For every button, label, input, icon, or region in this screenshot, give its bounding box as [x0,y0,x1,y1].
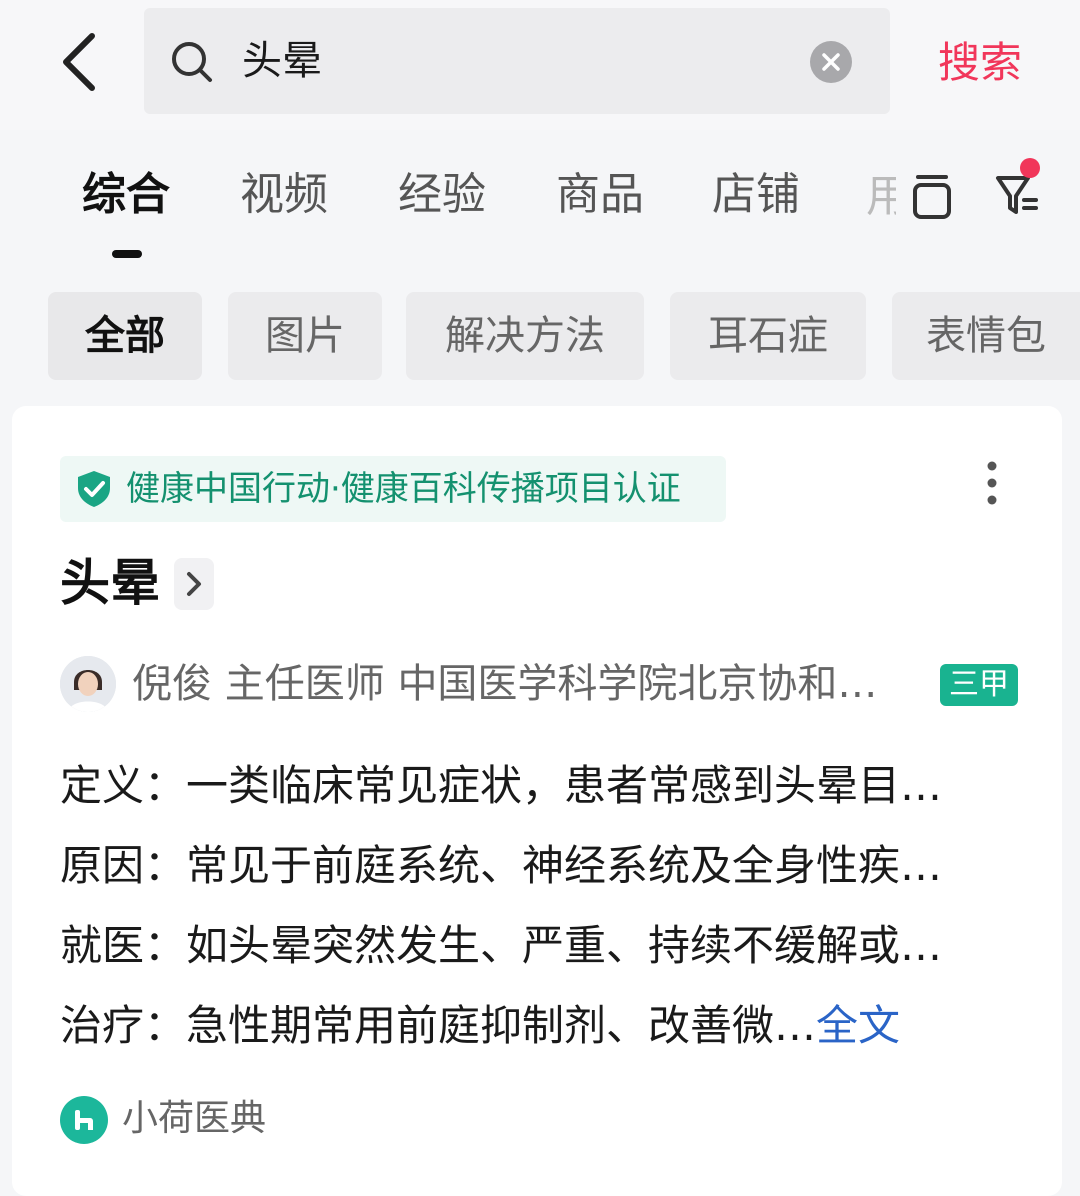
clear-search-button[interactable] [810,41,852,83]
avatar [60,656,116,712]
summary-row-treatment: 治疗：急性期常用前庭抑制剂、改善微…全文 [60,1001,901,1050]
filter-notification-dot [1020,158,1040,178]
close-icon [822,53,840,71]
more-options-icon[interactable] [982,458,1002,508]
active-tab-indicator [112,250,142,258]
chevron-right-icon [187,572,201,596]
source-name: 小荷医典 [122,1098,267,1139]
chip-all[interactable]: 全部 [48,292,202,380]
shield-check-icon [78,471,110,507]
tab-products[interactable]: 商品 [556,168,644,222]
chip-images[interactable]: 图片 [228,292,382,380]
xiaohe-logo-icon [60,1096,108,1144]
chip-solutions[interactable]: 解决方法 [406,292,644,380]
summary-row-medical: 就医：如头晕突然发生、严重、持续不缓解或… [60,921,943,970]
back-button[interactable] [52,28,112,98]
chevron-left-icon [63,33,95,91]
layout-switch-icon[interactable] [910,172,954,222]
title-arrow-button[interactable] [174,558,214,610]
certification-banner: 健康中国行动·健康百科传播项目认证 [60,456,726,522]
search-query-text: 头晕 [242,38,322,84]
search-header: 头晕 搜索 [0,0,1080,130]
chip-otolithiasis[interactable]: 耳石症 [670,292,866,380]
summary-row-cause: 原因：常见于前庭系统、神经系统及全身性疾… [60,841,943,890]
author-text: 倪俊 主任医师 中国医学科学院北京协和… [132,658,877,710]
entry-title[interactable]: 头晕 [60,552,160,614]
certification-text: 健康中国行动·健康百科传播项目认证 [126,469,681,509]
summary-row-definition: 定义：一类临床常见症状，患者常感到头晕目… [60,761,943,810]
tab-overflow-hint: 用 [866,171,896,222]
tab-experience[interactable]: 经验 [398,168,486,222]
hospital-grade-badge: 三甲 [940,664,1018,706]
chip-stickers[interactable]: 表情包 [892,292,1080,380]
health-encyclopedia-card[interactable]: 健康中国行动·健康百科传播项目认证 头晕 倪俊 主任医师 中国医学科学院北京协和… [12,406,1062,1196]
author-name: 倪俊 [132,661,212,707]
filter-chips: 全部 图片 解决方法 耳石症 表情包 [0,292,1080,382]
search-input[interactable]: 头晕 [144,8,890,114]
full-text-link[interactable]: 全文 [816,1001,900,1050]
search-icon [172,42,212,82]
tab-shops[interactable]: 店铺 [712,168,800,222]
tab-video[interactable]: 视频 [240,168,328,222]
result-type-tabs: 综合 视频 经验 商品 店铺 用 [0,150,1080,260]
tab-comprehensive[interactable]: 综合 [82,168,170,222]
search-submit-button[interactable]: 搜索 [938,36,1022,90]
author-hospital: 中国医学科学院北京协和… [397,661,878,707]
author-title: 主任医师 [224,661,385,707]
author-info[interactable]: 倪俊 主任医师 中国医学科学院北京协和… 三甲 [60,654,1050,716]
